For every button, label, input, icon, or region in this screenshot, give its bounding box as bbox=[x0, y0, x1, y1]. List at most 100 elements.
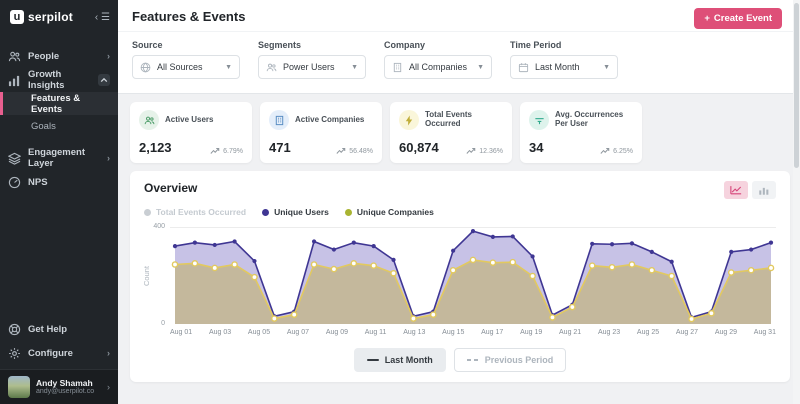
segments-dropdown[interactable]: Power Users ▼ bbox=[258, 55, 366, 79]
stat-trend: 6.79% bbox=[210, 147, 243, 155]
logo-text: serpilot bbox=[28, 10, 73, 24]
x-tick-label: Aug 19 bbox=[520, 329, 542, 336]
x-tick-label: Aug 01 bbox=[170, 329, 192, 336]
stat-value: 2,123 bbox=[139, 140, 172, 155]
stat-trend: 6.25% bbox=[600, 147, 633, 155]
sidebar-item-growth-insights[interactable]: Growth Insights bbox=[0, 68, 118, 92]
building-icon bbox=[392, 62, 403, 73]
users-icon bbox=[139, 110, 159, 130]
x-tick-label: Aug 07 bbox=[287, 329, 309, 336]
legend-unique-companies[interactable]: Unique Companies bbox=[345, 207, 434, 217]
stat-card-total-events: Total Events Occurred 60,874 12.36% bbox=[390, 102, 512, 163]
stat-value: 471 bbox=[269, 140, 291, 155]
userpilot-logo-icon: u bbox=[10, 10, 24, 24]
trend-up-icon bbox=[466, 147, 476, 155]
dropdown-value: All Companies bbox=[409, 62, 467, 72]
stat-trend: 12.36% bbox=[466, 147, 503, 155]
legend-total-events[interactable]: Total Events Occurred bbox=[144, 207, 246, 217]
caret-down-icon: ▼ bbox=[225, 64, 232, 71]
sidebar-item-get-help[interactable]: Get Help bbox=[0, 317, 118, 341]
x-tick-label: Aug 11 bbox=[365, 329, 387, 336]
last-month-button[interactable]: Last Month bbox=[354, 348, 446, 372]
layers-icon bbox=[8, 152, 21, 165]
x-tick-label: Aug 29 bbox=[715, 329, 737, 336]
previous-period-button[interactable]: Previous Period bbox=[454, 348, 567, 372]
avatar bbox=[8, 376, 30, 398]
building-icon bbox=[269, 110, 289, 130]
dashed-line-icon bbox=[467, 359, 479, 361]
create-event-button[interactable]: + Create Event bbox=[694, 8, 782, 29]
sidebar-item-configure[interactable]: Configure › bbox=[0, 341, 118, 365]
user-profile[interactable]: Andy Shamah andy@userpilot.co › bbox=[0, 369, 118, 404]
filter-label: Company bbox=[384, 40, 492, 50]
x-tick-label: Aug 13 bbox=[403, 329, 425, 336]
filter-bar: Source All Sources ▼ Segments Power User… bbox=[118, 31, 800, 94]
sidebar-item-engagement-layer[interactable]: Engagement Layer › bbox=[0, 146, 118, 170]
chart-type-toggles bbox=[724, 181, 776, 199]
period-buttons: Last Month Previous Period bbox=[144, 348, 776, 374]
scrollbar bbox=[793, 0, 800, 404]
chart-legend: Total Events Occurred Unique Users Uniqu… bbox=[144, 207, 776, 217]
scrollbar-thumb[interactable] bbox=[794, 3, 799, 168]
dropdown-value: All Sources bbox=[157, 62, 203, 72]
trend-up-icon bbox=[600, 147, 610, 155]
bar-chart-toggle[interactable] bbox=[752, 181, 776, 199]
lightning-icon bbox=[399, 110, 419, 130]
company-dropdown[interactable]: All Companies ▼ bbox=[384, 55, 492, 79]
legend-label: Unique Users bbox=[274, 207, 329, 217]
source-dropdown[interactable]: All Sources ▼ bbox=[132, 55, 240, 79]
stat-title: Active Users bbox=[165, 116, 213, 125]
help-lifebuoy-icon bbox=[8, 323, 21, 336]
filter-time-period: Time Period Last Month ▼ bbox=[510, 40, 618, 79]
overview-chart: 400 Count 0 bbox=[144, 227, 776, 324]
stat-card-active-users: Active Users 2,123 6.79% bbox=[130, 102, 252, 163]
stat-title: Avg. Occurrences Per User bbox=[555, 111, 633, 129]
filter-label: Time Period bbox=[510, 40, 618, 50]
x-tick-label: Aug 05 bbox=[248, 329, 270, 336]
legend-dot bbox=[144, 209, 151, 216]
globe-icon bbox=[140, 62, 151, 73]
filter-company: Company All Companies ▼ bbox=[384, 40, 492, 79]
user-email: andy@userpilot.co bbox=[36, 388, 94, 396]
logo: u serpilot ‹ ☰ bbox=[0, 0, 118, 36]
plus-icon: + bbox=[704, 13, 710, 24]
calendar-icon bbox=[518, 62, 529, 73]
filter-source: Source All Sources ▼ bbox=[132, 40, 240, 79]
sidebar-item-features-events[interactable]: Features & Events bbox=[0, 92, 118, 115]
line-chart-toggle[interactable] bbox=[724, 181, 748, 199]
sidebar-item-people[interactable]: People › bbox=[0, 44, 118, 68]
overview-title: Overview bbox=[144, 181, 197, 195]
content-area: Active Users 2,123 6.79% bbox=[118, 94, 800, 404]
chart-plot-area[interactable] bbox=[170, 227, 776, 324]
chevron-up-icon[interactable] bbox=[98, 74, 110, 86]
sidebar-collapse-icon[interactable]: ‹ ☰ bbox=[95, 12, 110, 23]
x-tick-label: Aug 15 bbox=[442, 329, 464, 336]
y-axis: 400 Count 0 bbox=[144, 227, 170, 324]
sidebar-item-goals[interactable]: Goals bbox=[0, 115, 118, 138]
bar-chart-icon bbox=[758, 185, 770, 195]
average-icon bbox=[529, 110, 549, 130]
chevron-right-icon: › bbox=[107, 153, 110, 163]
app-window: u serpilot ‹ ☰ People › Growth Insights … bbox=[0, 0, 800, 404]
stat-value: 60,874 bbox=[399, 140, 439, 155]
y-tick-min: 0 bbox=[161, 320, 165, 327]
legend-unique-users[interactable]: Unique Users bbox=[262, 207, 329, 217]
x-tick-label: Aug 03 bbox=[209, 329, 231, 336]
sidebar-item-label: People bbox=[28, 51, 59, 62]
x-tick-label: Aug 21 bbox=[559, 329, 581, 336]
stats-cards: Active Users 2,123 6.79% bbox=[130, 102, 790, 163]
caret-down-icon: ▼ bbox=[603, 64, 610, 71]
stat-title: Active Companies bbox=[295, 116, 364, 125]
stat-card-avg-occurrences: Avg. Occurrences Per User 34 6.25% bbox=[520, 102, 642, 163]
main-area: Features & Events + Create Event Source … bbox=[118, 0, 800, 404]
line-chart-icon bbox=[730, 185, 742, 195]
sidebar-spacer bbox=[0, 194, 118, 309]
dropdown-value: Last Month bbox=[535, 62, 580, 72]
overview-chart-svg bbox=[170, 228, 776, 324]
caret-down-icon: ▼ bbox=[351, 64, 358, 71]
legend-label: Total Events Occurred bbox=[156, 207, 246, 217]
filter-segments: Segments Power Users ▼ bbox=[258, 40, 366, 79]
y-axis-title: Count bbox=[142, 265, 151, 285]
time-period-dropdown[interactable]: Last Month ▼ bbox=[510, 55, 618, 79]
sidebar-item-nps[interactable]: NPS bbox=[0, 170, 118, 194]
